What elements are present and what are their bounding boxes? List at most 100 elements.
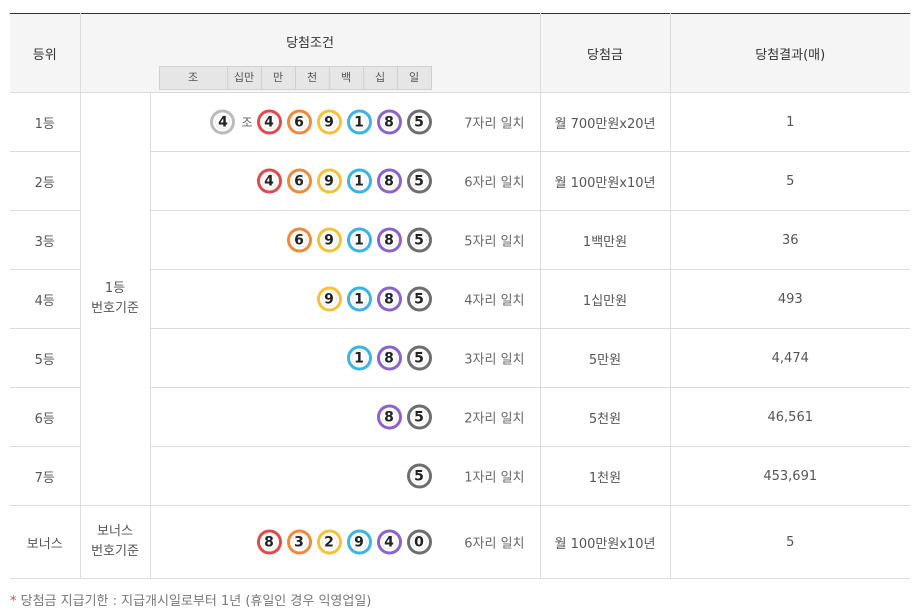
- result-table: 등위 당첨조건 조 십만 만 천 백 십 일 당첨금 당첨결과(매) 1등 1등…: [10, 13, 910, 579]
- rank-cell: 7등: [10, 446, 81, 506]
- match-count-label: 3자리 일치: [464, 352, 525, 368]
- prize-amount-cell: 1백만원: [539, 210, 671, 270]
- match-count-label: 2자리 일치: [464, 411, 525, 427]
- number-ball: 1: [346, 345, 372, 371]
- number-ball: 9: [316, 286, 342, 312]
- number-ball: 5: [406, 404, 432, 430]
- digit-head-1: 일: [396, 67, 431, 89]
- winner-count-cell: 36: [669, 210, 910, 270]
- prize-amount-cell: 월 700만원x20년: [539, 92, 671, 152]
- digit-head-1000: 천: [294, 67, 329, 89]
- number-ball: 1: [346, 109, 372, 135]
- prize-amount-cell: 1천원: [539, 446, 671, 506]
- ball-row: 5: [406, 463, 432, 489]
- payment-deadline-note: * 당첨금 지급기한 : 지급개시일로부터 1년 (휴일인 경우 익영업일): [10, 590, 371, 609]
- rank-cell: 보너스: [10, 505, 81, 579]
- digit-place-header: 조 십만 만 천 백 십 일: [158, 66, 432, 90]
- winner-count-cell: 1: [669, 92, 910, 152]
- winner-count-cell: 5: [669, 505, 910, 579]
- jo-label: 조: [241, 115, 253, 130]
- winning-numbers-cell: 5 1자리 일치: [149, 446, 541, 506]
- note-text: 당첨금 지급기한 : 지급개시일로부터 1년 (휴일인 경우 익영업일): [20, 594, 372, 609]
- match-count-label: 6자리 일치: [464, 536, 525, 552]
- basis-line: 1등: [104, 281, 126, 296]
- winner-count-cell: 493: [669, 269, 910, 329]
- number-ball: 8: [376, 286, 402, 312]
- match-count-label: 5자리 일치: [464, 234, 525, 250]
- number-ball: 9: [346, 529, 372, 555]
- number-ball: 9: [316, 109, 342, 135]
- ball-row: 185: [346, 345, 432, 371]
- rank-cell: 5등: [10, 328, 81, 388]
- prize-amount-cell: 월 100만원x10년: [539, 151, 671, 211]
- number-ball: 6: [286, 168, 312, 194]
- rank-cell: 4등: [10, 269, 81, 329]
- winning-numbers-cell: 4 조 4 6 9 1 8 5 7자리 일치: [149, 92, 541, 152]
- number-ball: 4: [376, 529, 402, 555]
- header-rank: 등위: [10, 13, 81, 93]
- lottery-result-page: 등위 당첨조건 조 십만 만 천 백 십 일 당첨금 당첨결과(매) 1등 1등…: [0, 0, 924, 613]
- number-ball: 5: [406, 109, 432, 135]
- rank-cell: 1등: [10, 92, 81, 152]
- number-ball: 0: [406, 529, 432, 555]
- winning-numbers-cell: 1 8 5 3자리 일치: [149, 328, 541, 388]
- ball-row: 69185: [286, 227, 432, 253]
- number-ball: 5: [406, 463, 432, 489]
- number-ball: 8: [256, 529, 282, 555]
- number-ball: 9: [316, 227, 342, 253]
- number-ball: 5: [406, 227, 432, 253]
- digit-head-jo: 조: [187, 71, 199, 84]
- prize-amount-cell: 1십만원: [539, 269, 671, 329]
- number-ball: 9: [316, 168, 342, 194]
- number-ball: 1: [346, 286, 372, 312]
- match-count-label: 7자리 일치: [464, 116, 525, 132]
- header-prize: 당첨금: [539, 13, 671, 93]
- number-ball: 4: [256, 109, 282, 135]
- digit-head-100: 백: [328, 67, 363, 89]
- number-ball: 1: [346, 227, 372, 253]
- number-ball: 8: [376, 345, 402, 371]
- basis-line: 보너스: [97, 524, 133, 539]
- first-prize-basis-cell: 1등번호기준: [79, 92, 151, 506]
- winning-numbers-cell: 9 1 8 5 4자리 일치: [149, 269, 541, 329]
- winning-numbers-cell: 8 5 2자리 일치: [149, 387, 541, 447]
- match-count-label: 1자리 일치: [464, 470, 525, 486]
- number-ball: 1: [346, 168, 372, 194]
- match-count-label: 4자리 일치: [464, 293, 525, 309]
- note-star: *: [10, 594, 17, 609]
- jo-ball: 4: [210, 109, 236, 135]
- prize-amount-cell: 월 100만원x10년: [539, 505, 671, 579]
- table-row: 보너스 보너스 번호기준 8 3 2 9 4 0 6자리 일치 월 100만원x10년 5: [10, 505, 910, 579]
- number-ball: 8: [376, 168, 402, 194]
- header-result: 당첨결과(매): [669, 13, 910, 93]
- number-ball: 8: [376, 404, 402, 430]
- basis-line: 번호기준: [91, 544, 139, 559]
- number-ball: 5: [406, 286, 432, 312]
- rank-cell: 6등: [10, 387, 81, 447]
- header-condition: 당첨조건 조 십만 만 천 백 십 일: [79, 13, 541, 93]
- digit-head-10k: 만: [260, 67, 295, 89]
- number-ball: 8: [376, 227, 402, 253]
- ball-row: 832940: [256, 529, 432, 555]
- number-ball: 6: [286, 109, 312, 135]
- match-count-label: 6자리 일치: [464, 175, 525, 191]
- digit-head-10: 십: [362, 67, 397, 89]
- basis-line: 번호기준: [91, 301, 139, 316]
- table-row: 1등 1등 번호기준 4 조 4 6 9 1 8 5 7자리 일치 월 700만원x20년 1: [10, 92, 910, 506]
- winner-count-cell: 5: [669, 151, 910, 211]
- number-ball: 8: [376, 109, 402, 135]
- winning-numbers-cell: 4 6 9 1 8 5 6자리 일치: [149, 151, 541, 211]
- ball-row: 4조469185: [210, 109, 432, 135]
- number-ball: 5: [406, 345, 432, 371]
- bonus-basis-cell: 보너스번호기준: [79, 505, 151, 579]
- number-ball: 5: [406, 168, 432, 194]
- rank-cell: 2등: [10, 151, 81, 211]
- ball-row: 85: [376, 404, 432, 430]
- winner-count-cell: 453,691: [669, 446, 910, 506]
- header-condition-label: 당첨조건: [286, 36, 334, 51]
- digit-head-100k: 십만: [226, 67, 261, 89]
- winning-numbers-cell: 8 3 2 9 4 0 6자리 일치: [149, 505, 541, 579]
- prize-amount-cell: 5천원: [539, 387, 671, 447]
- winning-numbers-cell: 6 9 1 8 5 5자리 일치: [149, 210, 541, 270]
- ball-row: 469185: [256, 168, 432, 194]
